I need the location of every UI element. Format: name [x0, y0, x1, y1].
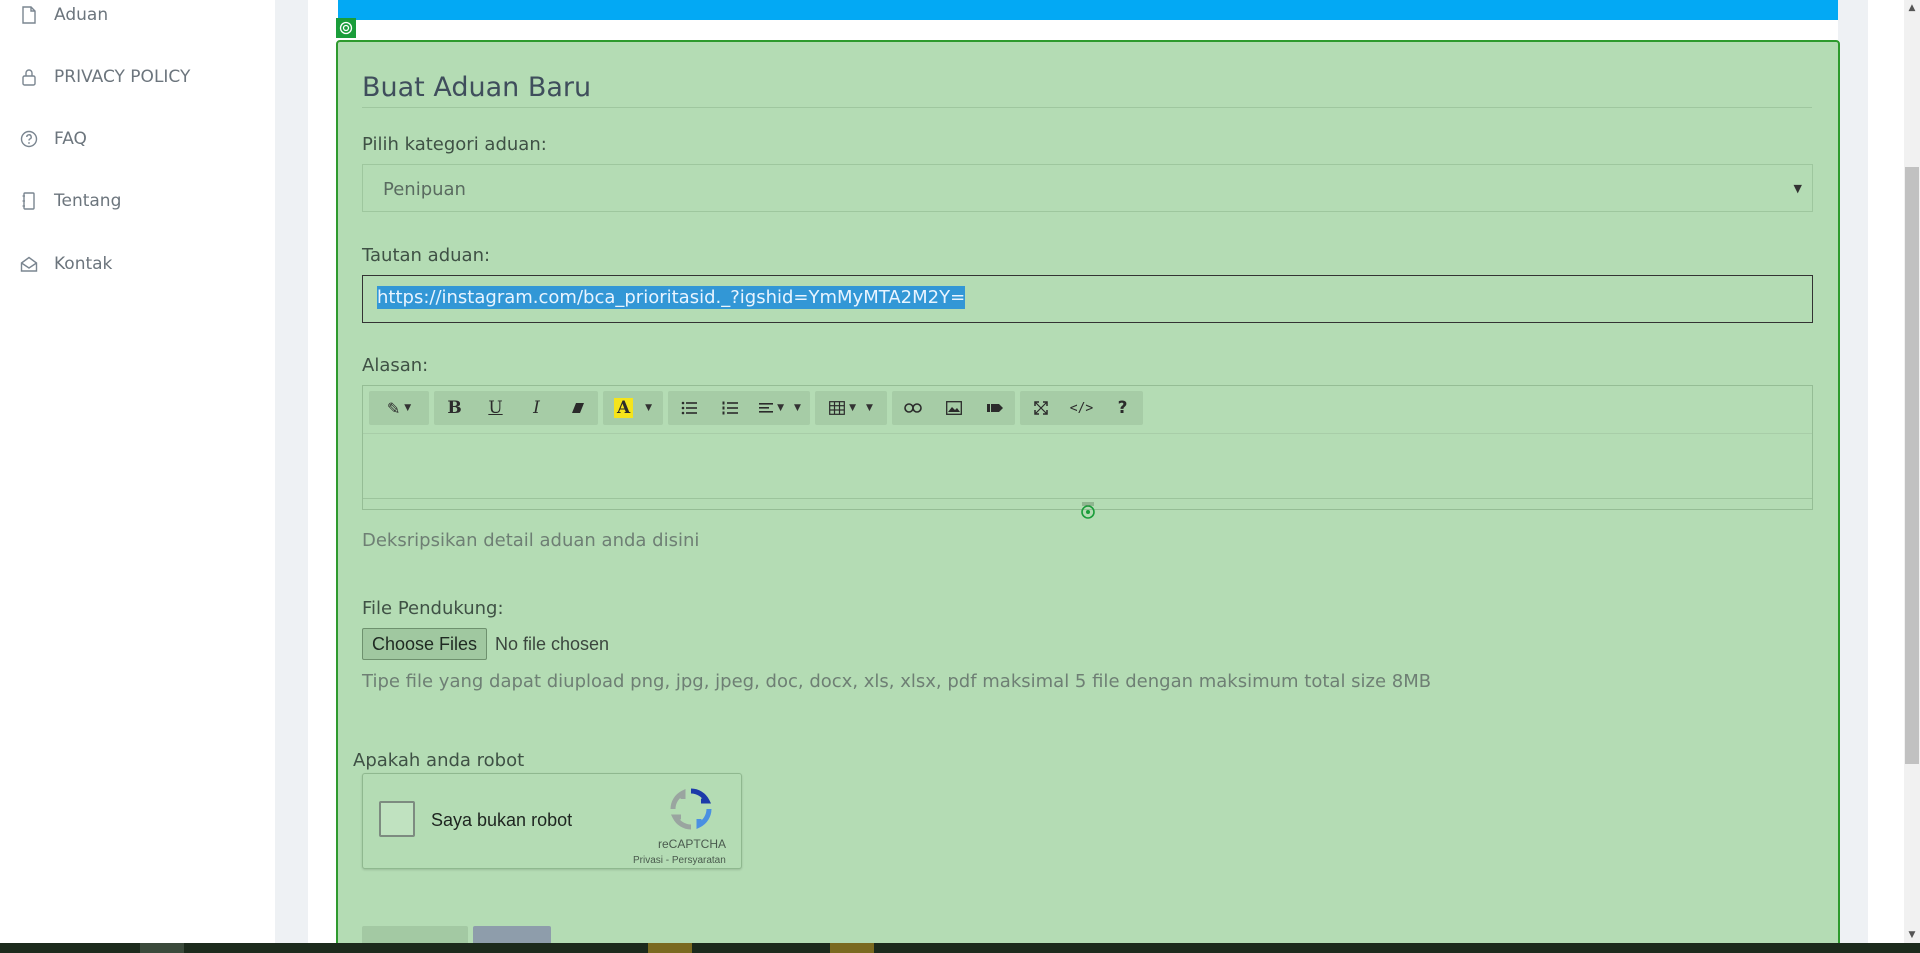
link-button[interactable]: [892, 391, 933, 425]
taskbar: [0, 943, 1920, 953]
align-left-icon: [759, 403, 774, 413]
category-select[interactable]: Penipuan ▼: [362, 164, 1813, 212]
scroll-down-icon[interactable]: ▼: [1904, 927, 1920, 943]
chevron-down-icon: ▼: [794, 403, 801, 413]
ordered-list-button[interactable]: [709, 391, 750, 425]
sidebar-item-label: Tentang: [54, 191, 122, 211]
magic-wand-icon: ✎: [386, 398, 401, 418]
link-label: Tautan aduan:: [362, 245, 491, 266]
bold-button[interactable]: B: [434, 391, 475, 425]
file-icon: [18, 4, 40, 26]
chevron-down-icon: ▼: [1793, 182, 1802, 195]
robot-label: Apakah anda robot: [353, 750, 525, 771]
recaptcha-widget: Saya bukan robot reCAPTCHA Privasi - Per…: [362, 773, 742, 869]
font-color-icon: A: [613, 398, 634, 418]
sidebar-item-faq[interactable]: FAQ: [18, 124, 87, 154]
title-divider: [362, 107, 1812, 108]
sidebar-item-privacy-policy[interactable]: PRIVACY POLICY: [18, 62, 190, 92]
fullscreen-icon: [1033, 401, 1048, 415]
sidebar-item-kontak[interactable]: Kontak: [18, 249, 112, 279]
category-label: Pilih kategori aduan:: [362, 134, 547, 155]
table-button[interactable]: ▼ ▼: [815, 391, 887, 425]
file-status: No file chosen: [495, 634, 610, 654]
underline-icon: U: [488, 398, 503, 418]
question-icon: ?: [1117, 398, 1128, 418]
sidebar-item-label: Kontak: [54, 254, 113, 274]
italic-button[interactable]: I: [516, 391, 557, 425]
eraser-icon: [571, 403, 584, 413]
file-hint: Tipe file yang dapat diupload png, jpg, …: [362, 671, 1432, 692]
chevron-down-icon: ▼: [645, 403, 653, 413]
recaptcha-checkbox[interactable]: [379, 801, 415, 837]
ordered-list-icon: [722, 401, 738, 415]
image-icon: [945, 401, 962, 415]
sidebar-item-label: Aduan: [54, 5, 109, 25]
link-input-value: https://instagram.com/bca_prioritasid._?…: [377, 286, 966, 309]
chevron-down-icon: ▼: [777, 403, 784, 413]
taskbar-item[interactable]: [140, 943, 184, 953]
video-button[interactable]: [974, 391, 1015, 425]
chevron-down-icon: ▼: [866, 403, 873, 413]
choose-files-button[interactable]: Choose Files: [362, 628, 488, 660]
editor-toolbar: ✎ ▼ B U I A ▼ ▼ ▼ ▼ ▼ </> ?: [369, 391, 1143, 425]
sidebar: Aduan PRIVACY POLICY FAQ Tentang Kontak: [0, 0, 275, 953]
scrollbar-thumb[interactable]: [1905, 167, 1919, 764]
resize-handle-icon[interactable]: [1077, 500, 1099, 522]
editor-divider: [363, 433, 1812, 434]
header-bar: [338, 0, 1838, 20]
video-icon: [986, 404, 1003, 412]
reason-hint: Deksripsikan detail aduan anda disini: [362, 530, 700, 551]
recaptcha-label: Saya bukan robot: [431, 810, 573, 830]
help-button[interactable]: ?: [1102, 391, 1143, 425]
book-icon: [18, 190, 40, 212]
font-color-button[interactable]: A ▼: [603, 391, 663, 425]
magic-style-button[interactable]: ✎ ▼: [369, 391, 429, 425]
unordered-list-button[interactable]: [668, 391, 709, 425]
layout-gutter-right: [1838, 0, 1868, 953]
recaptcha-logo-icon: [668, 786, 714, 832]
lock-icon: [18, 66, 40, 88]
fullscreen-button[interactable]: [1020, 391, 1061, 425]
sidebar-item-tentang[interactable]: Tentang: [18, 186, 121, 216]
recaptcha-brand: reCAPTCHA: [658, 837, 727, 851]
envelope-open-icon: [18, 253, 40, 275]
link-icon: [903, 403, 922, 413]
rich-text-editor[interactable]: ✎ ▼ B U I A ▼ ▼ ▼ ▼ ▼ </> ?: [362, 385, 1813, 510]
taskbar-item[interactable]: [830, 943, 874, 953]
link-input[interactable]: https://instagram.com/bca_prioritasid._?…: [362, 275, 1813, 323]
scroll-up-icon[interactable]: ▲: [1904, 0, 1920, 16]
italic-icon: I: [533, 398, 540, 418]
target-icon: [336, 18, 356, 38]
code-icon: </>: [1069, 400, 1094, 416]
taskbar-item[interactable]: [648, 943, 692, 953]
chevron-down-icon: ▼: [849, 403, 856, 413]
question-circle-icon: [18, 128, 40, 150]
file-label: File Pendukung:: [362, 598, 504, 619]
recaptcha-links[interactable]: Privasi - Persyaratan: [633, 855, 726, 866]
chevron-down-icon: ▼: [404, 403, 412, 413]
sidebar-item-label: FAQ: [54, 129, 87, 149]
page-title: Buat Aduan Baru: [362, 72, 592, 103]
underline-button[interactable]: U: [475, 391, 516, 425]
unordered-list-icon: [681, 401, 697, 415]
sidebar-item-aduan[interactable]: Aduan: [18, 0, 108, 30]
reason-label: Alasan:: [362, 355, 429, 376]
code-view-button[interactable]: </>: [1061, 391, 1102, 425]
layout-gutter: [275, 0, 308, 953]
table-icon: [829, 401, 845, 415]
image-button[interactable]: [933, 391, 974, 425]
category-select-value: Penipuan: [383, 179, 466, 200]
eraser-button[interactable]: [557, 391, 598, 425]
sidebar-item-label: PRIVACY POLICY: [54, 67, 191, 87]
align-button[interactable]: ▼ ▼: [750, 391, 810, 425]
editor-statusbar: [363, 498, 1812, 499]
bold-icon: B: [447, 398, 462, 418]
